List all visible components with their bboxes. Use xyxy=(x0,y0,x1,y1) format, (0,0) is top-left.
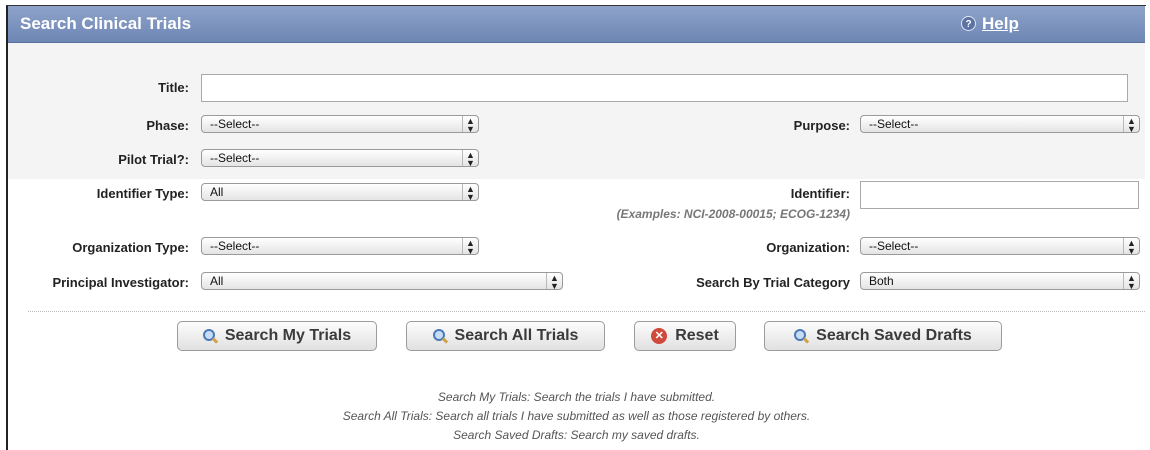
note-search-all-trials: Search All Trials: Search all trials I h… xyxy=(342,409,811,423)
magnifier-icon xyxy=(794,329,808,343)
organization-type-select[interactable]: --Select-- ▲ ▼ xyxy=(201,237,479,256)
close-circle-icon: ✕ xyxy=(651,328,668,344)
search-all-trials-button[interactable]: Search All Trials xyxy=(406,321,605,351)
panel-header: Search Clinical Trials ? Help xyxy=(8,6,1145,43)
identifier-type-label: Identifier Type: xyxy=(96,186,189,201)
search-my-trials-label: Search My Trials xyxy=(224,327,352,344)
title-label: Title: xyxy=(158,80,189,95)
organization-label: Organization: xyxy=(766,240,850,255)
purpose-select[interactable]: --Select-- ▲ ▼ xyxy=(860,115,1140,134)
select-arrows-icon: ▲ ▼ xyxy=(462,184,478,202)
select-arrows-icon: ▲ ▼ xyxy=(1123,116,1139,134)
search-saved-drafts-button[interactable]: Search Saved Drafts xyxy=(764,321,1002,351)
note-search-saved-drafts: Search Saved Drafts: Search my saved dra… xyxy=(453,428,700,442)
title-input[interactable] xyxy=(201,74,1128,102)
principal-investigator-select[interactable]: All ▲ ▼ xyxy=(201,272,563,291)
phase-select-value: --Select-- xyxy=(210,117,260,131)
search-saved-drafts-label: Search Saved Drafts xyxy=(816,327,972,344)
select-arrows-icon: ▲ ▼ xyxy=(462,238,478,256)
identifier-type-select[interactable]: All ▲ ▼ xyxy=(201,183,479,202)
question-circle-icon[interactable]: ? xyxy=(961,16,976,31)
identifier-label: Identifier: xyxy=(790,186,850,201)
trial-category-select-value: Both xyxy=(869,274,894,288)
purpose-select-value: --Select-- xyxy=(869,117,919,131)
trial-category-select[interactable]: Both ▲ ▼ xyxy=(860,272,1140,291)
magnifier-icon xyxy=(202,329,217,343)
identifier-input[interactable] xyxy=(860,181,1139,209)
purpose-label: Purpose: xyxy=(793,118,850,133)
note-search-my-trials: Search My Trials: Search the trials I ha… xyxy=(437,390,716,404)
phase-select[interactable]: --Select-- ▲ ▼ xyxy=(201,115,479,134)
form-divider xyxy=(28,311,1145,312)
phase-label: Phase: xyxy=(146,118,189,133)
identifier-type-select-value: All xyxy=(210,185,224,199)
principal-investigator-select-value: All xyxy=(210,274,224,288)
pilot-trial-select-value: --Select-- xyxy=(210,151,260,165)
organization-type-select-value: --Select-- xyxy=(210,239,260,253)
organization-select[interactable]: --Select-- ▲ ▼ xyxy=(860,237,1140,256)
select-arrows-icon: ▲ ▼ xyxy=(1123,238,1139,256)
trial-category-label: Search By Trial Category xyxy=(696,275,850,290)
search-all-trials-label: Search All Trials xyxy=(454,327,579,344)
page-title: Search Clinical Trials xyxy=(20,14,192,33)
select-arrows-icon: ▲ ▼ xyxy=(1123,273,1139,291)
reset-button[interactable]: ✕ Reset xyxy=(634,321,736,351)
help-link[interactable]: Help xyxy=(982,14,1019,34)
reset-label: Reset xyxy=(675,327,719,344)
organization-type-label: Organization Type: xyxy=(72,240,189,255)
identifier-hint: (Examples: NCI-2008-00015; ECOG-1234) xyxy=(616,207,850,221)
principal-investigator-label: Principal Investigator: xyxy=(52,275,189,290)
organization-select-value: --Select-- xyxy=(869,239,919,253)
search-my-trials-button[interactable]: Search My Trials xyxy=(177,321,377,351)
magnifier-icon xyxy=(432,329,447,343)
select-arrows-icon: ▲ ▼ xyxy=(462,150,478,168)
select-arrows-icon: ▲ ▼ xyxy=(462,116,478,134)
pilot-trial-select[interactable]: --Select-- ▲ ▼ xyxy=(201,149,479,168)
pilot-trial-label: Pilot Trial?: xyxy=(118,152,189,167)
select-arrows-icon: ▲ ▼ xyxy=(546,273,562,291)
